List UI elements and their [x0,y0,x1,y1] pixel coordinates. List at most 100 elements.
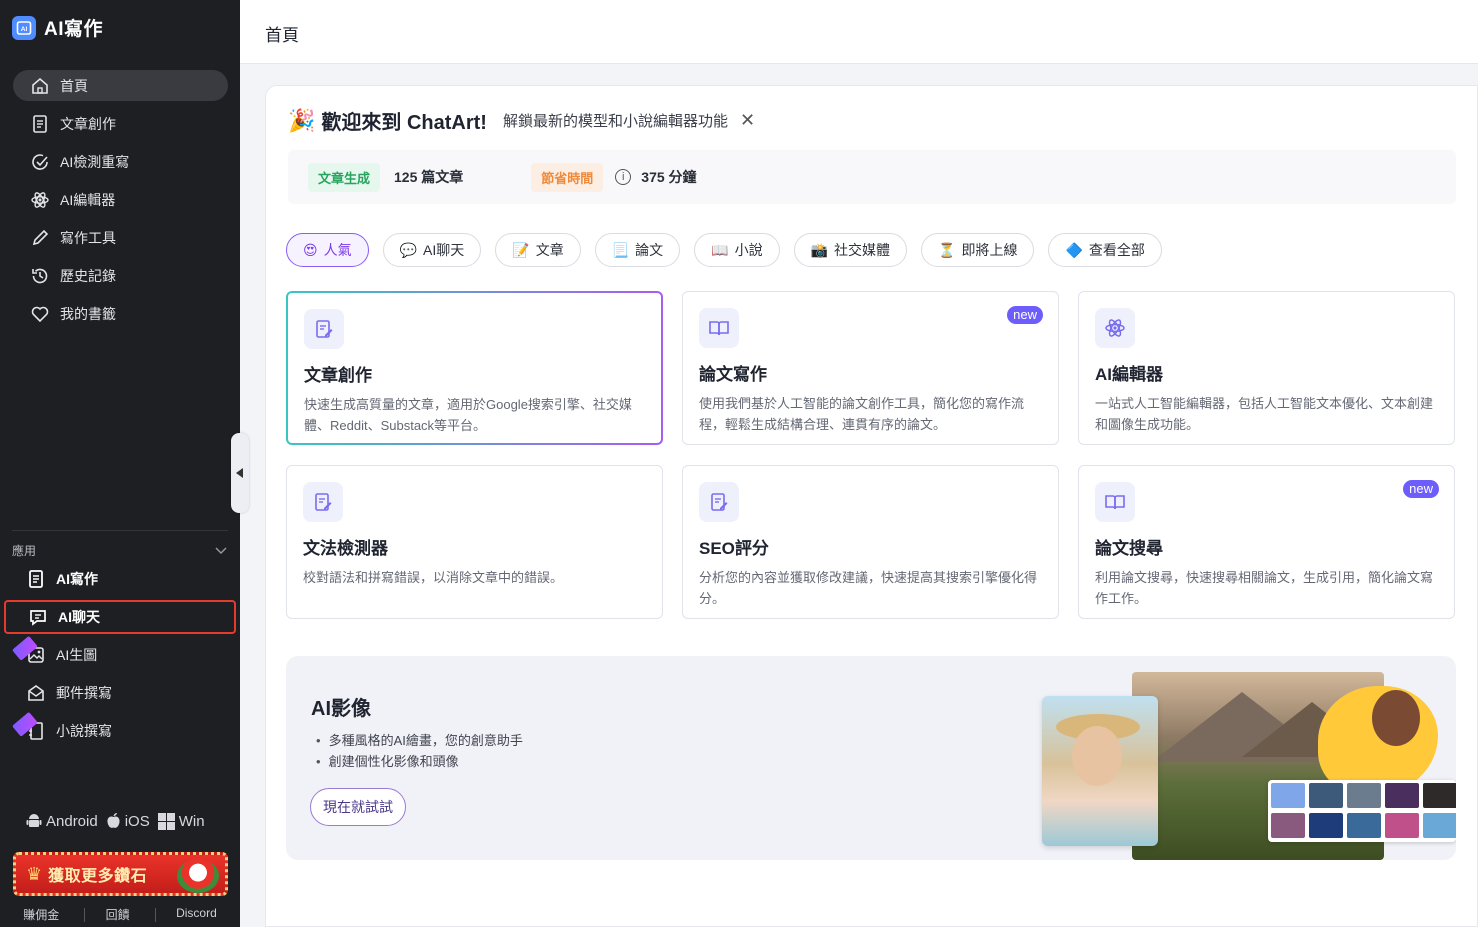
card-seo-score[interactable]: SEO評分 分析您的內容並獲取修改建議，快速提高其搜索引擎優化得分。 [682,465,1059,619]
sidebar-item-ai-editor[interactable]: AI編輯器 [13,184,228,215]
apps-header-label: 應用 [12,544,37,558]
app-item-ai-chat[interactable]: AI聊天 [4,600,236,634]
ios-link[interactable]: iOS [106,812,150,830]
tab-article[interactable]: 📝 文章 [495,233,581,267]
thumbnail [1423,783,1456,808]
thumbnail [1423,813,1456,838]
feature-cards: 文章創作 快速生成高質量的文章，適用於Google搜索引擎、社交媒體、Reddi… [286,291,1456,619]
sidebar-item-label: 文章創作 [60,115,116,132]
tab-label: 人氣 [323,242,352,258]
sidebar-item-label: 我的書籤 [60,305,116,322]
close-icon[interactable]: ✕ [740,110,755,131]
commission-link[interactable]: 賺佣金 [23,906,59,923]
writing-app-icon [29,570,43,588]
tab-popular[interactable]: 😍 人氣 [286,233,369,267]
card-paper-search[interactable]: new 論文搜尋 利用論文搜尋，快速搜尋相關論文，生成引用，簡化論文寫作工作。 [1078,465,1455,619]
promo-title: AI影像 [311,698,371,720]
app-item-mail[interactable]: 郵件撰寫 [4,676,236,710]
sidebar-item-ai-detect[interactable]: AI檢測重寫 [13,146,228,177]
history-icon [32,268,48,283]
card-ai-editor[interactable]: AI編輯器 一站式人工智能編輯器，包括人工智能文本優化、文本創建和圖像生成功能。 [1078,291,1455,445]
svg-text:AI: AI [21,26,28,33]
sidebar-item-article[interactable]: 文章創作 [13,108,228,139]
pencil-icon [32,229,49,245]
edit-document-icon [304,309,344,349]
top-bar: 首頁 [240,0,1478,64]
app-item-ai-writing[interactable]: AI寫作 [4,562,236,596]
sidebar-item-history[interactable]: 歷史記錄 [13,260,228,291]
tab-coming-soon[interactable]: ⏳ 即將上線 [921,233,1035,267]
tab-label: AI聊天 [423,242,465,258]
thumbnail [1309,813,1343,838]
card-description: 利用論文搜尋，快速搜尋相關論文，生成引用，簡化論文寫作工作。 [1095,570,1434,606]
windows-icon [157,812,175,830]
sidebar-collapse-button[interactable] [231,433,249,513]
portrait-image [1042,696,1158,846]
try-now-button[interactable]: 現在就試試 [310,788,406,826]
page-title: 首頁 [265,26,299,45]
card-title: 文章創作 [304,366,372,385]
tab-label: 論文 [635,242,664,258]
thumbnail [1271,813,1305,838]
card-grammar-checker[interactable]: 文法檢測器 校對語法和拼寫錯誤，以消除文章中的錯誤。 [286,465,663,619]
thumbnail [1347,783,1381,808]
home-icon [32,77,48,94]
app-item-ai-image[interactable]: AI生圖 [4,635,236,672]
tab-label: 查看全部 [1088,242,1145,258]
time-saved-value: 375 分鐘 [641,169,697,185]
avatar-image [1372,690,1420,746]
feedback-link[interactable]: 回饋 [106,906,130,923]
brand[interactable]: AI AI寫作 [12,14,103,41]
new-badge: new [1007,306,1043,324]
app-item-novel[interactable]: 小說撰寫 [4,711,236,748]
apps-list: AI寫作 AI聊天 AI生圖 郵件撰寫 小說撰寫 [4,562,236,752]
discord-link[interactable]: Discord [176,906,217,923]
new-badge: new [1403,480,1439,498]
tab-view-all[interactable]: 🔷 查看全部 [1048,233,1162,267]
thumbnail [1309,783,1343,808]
check-circle-icon [32,153,48,170]
ai-image-promo: AI影像 多種風格的AI繪畫，您的創意助手 創建個性化影像和頭像 現在就試試 [286,656,1456,860]
sidebar-item-home[interactable]: 首頁 [13,70,228,101]
card-article-creation[interactable]: 文章創作 快速生成高質量的文章，適用於Google搜索引擎、社交媒體、Reddi… [286,291,663,445]
grid-icon: 🔷 [1065,241,1083,258]
card-title: 論文寫作 [699,365,767,384]
sidebar-item-writing-tools[interactable]: 寫作工具 [13,222,228,253]
apps-header[interactable]: 應用 [12,542,228,559]
hourglass-icon: ⏳ [938,241,956,258]
card-essay-writing[interactable]: new 論文寫作 使用我們基於人工智能的論文創作工具，簡化您的寫作流程，輕鬆生成… [682,291,1059,445]
caret-left-icon [236,468,243,478]
get-diamonds-banner[interactable]: ♛ 獲取更多鑽石 [13,852,228,896]
divider [12,530,228,531]
tab-social-media[interactable]: 📸 社交媒體 [793,233,908,267]
open-book-icon [1095,482,1135,522]
card-title: 文法檢測器 [303,539,388,558]
tab-novel[interactable]: 📖 小說 [694,233,780,267]
edit-document-icon [303,482,343,522]
card-description: 快速生成高質量的文章，適用於Google搜索引擎、社交媒體、Reddit、Sub… [304,397,632,433]
document-icon [33,114,47,133]
chevron-down-icon [215,547,227,554]
app-item-label: AI聊天 [58,609,100,625]
win-link[interactable]: Win [157,812,205,830]
apple-icon [107,813,120,828]
info-icon[interactable]: i [615,169,632,185]
android-label: Android [46,812,98,830]
welcome-title: 歡迎來到 ChatArt! [321,112,487,134]
sidebar-item-bookmarks[interactable]: 我的書籤 [13,298,228,329]
tab-ai-chat[interactable]: 💬 AI聊天 [382,233,482,267]
tab-label: 即將上線 [961,242,1018,258]
ai-logo-icon: AI [12,15,36,40]
speech-bubble-icon: 💬 [399,241,418,258]
sidebar-item-label: 歷史記錄 [60,267,116,284]
category-tabs: 😍 人氣 💬 AI聊天 📝 文章 📃 論文 📖 小說 📸 社交媒體 ⏳ 即將上線 🔷 查看全部 [286,233,1162,267]
heart-eyes-icon: 😍 [303,241,318,258]
sidebar-item-label: 首頁 [60,77,88,94]
welcome-subtitle[interactable]: 解鎖最新的模型和小說編輯器功能 [503,110,728,131]
divider [84,908,85,922]
tab-paper[interactable]: 📃 論文 [594,233,681,267]
android-link[interactable]: Android [26,812,98,830]
card-description: 分析您的內容並獲取修改建議，快速提高其搜索引擎優化得分。 [699,570,1038,606]
articles-generated-value: 125 篇文章 [394,169,464,185]
heart-icon [31,306,49,322]
